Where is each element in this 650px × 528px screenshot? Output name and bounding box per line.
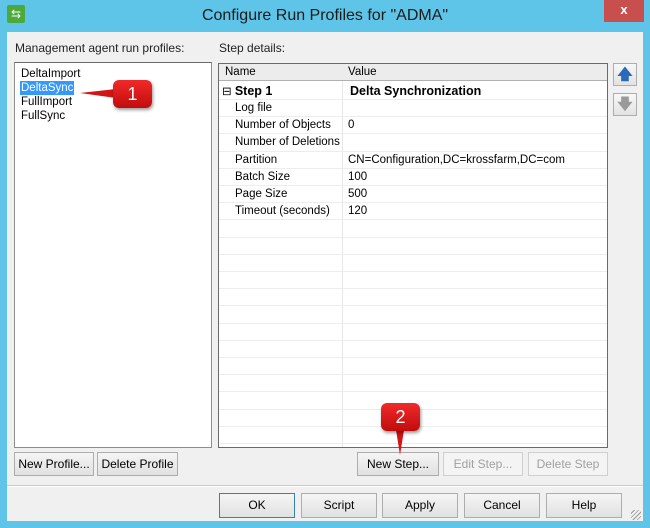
callout-2-pointer [396, 430, 404, 455]
callout-badge-2: 2 [381, 403, 420, 431]
callout-1-pointer [80, 89, 116, 98]
callout-pointers [80, 89, 404, 455]
callout-badge-1: 1 [113, 80, 152, 108]
